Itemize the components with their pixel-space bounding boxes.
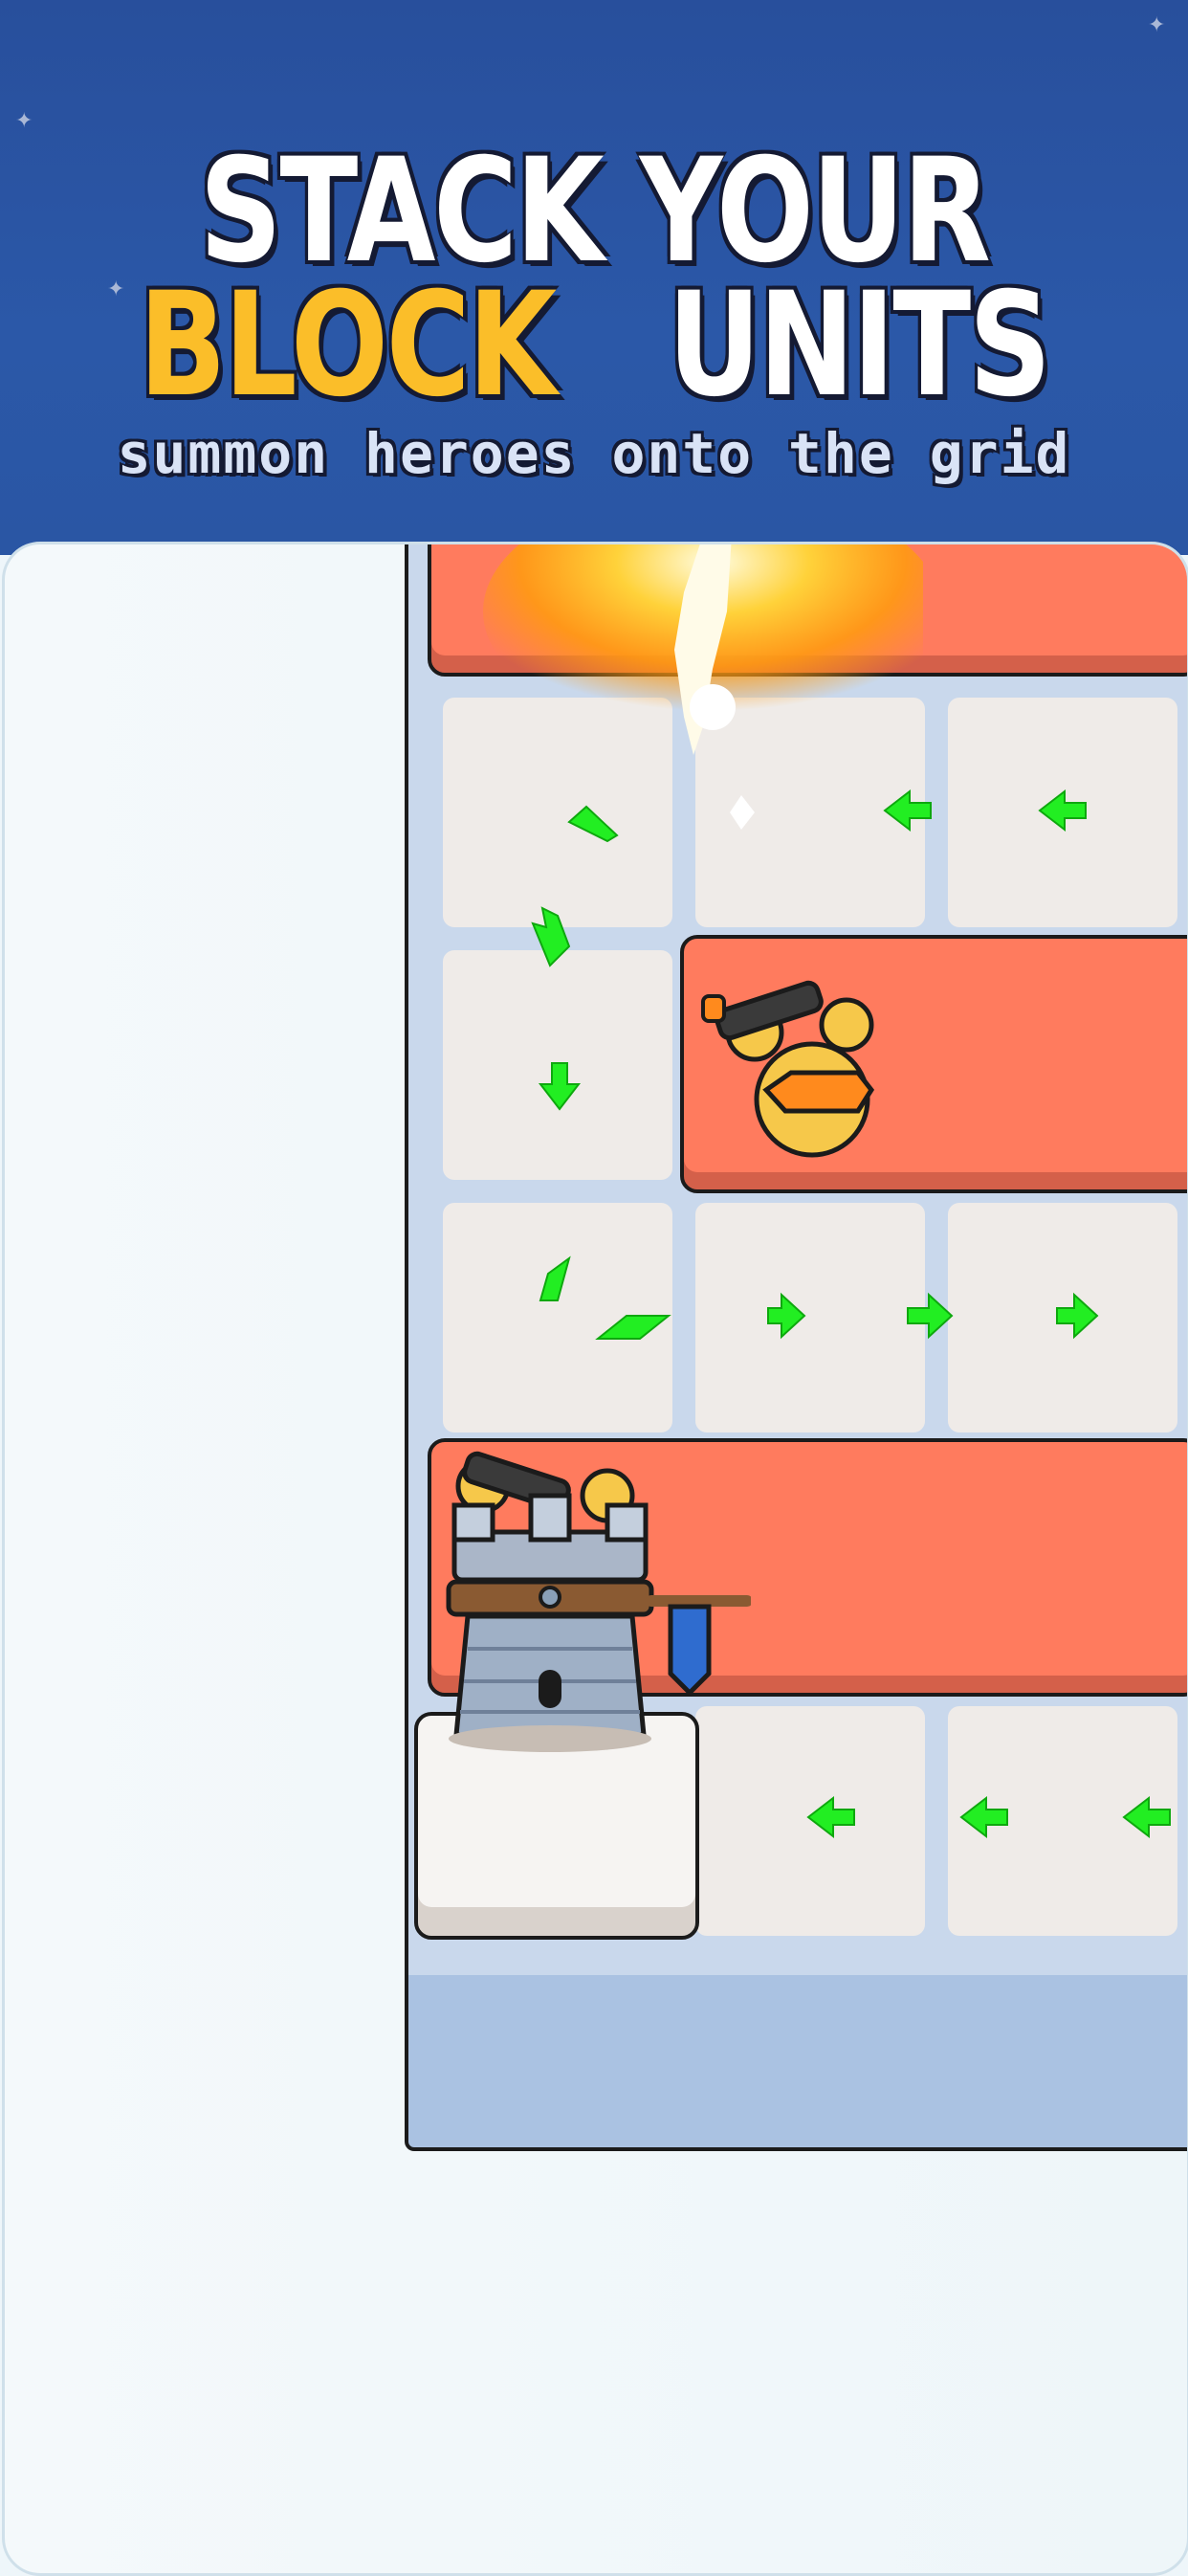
arrow-down-icon [539,1255,571,1301]
star-icon: ✦ [1148,13,1166,37]
arrow-right-icon [767,1292,806,1340]
tower-icon [446,1451,751,1752]
arrow-right-icon [595,1315,671,1340]
subtitle: summon heroes onto the grid [117,421,1071,486]
arrow-left-icon [1038,788,1087,833]
arrow-down-icon [531,906,571,967]
arrow-left-icon [806,1795,855,1839]
arrow-left-icon [959,1795,1008,1839]
flame-icon [483,544,923,830]
arrow-right-icon [907,1292,954,1340]
cannon-hero-icon[interactable] [697,956,908,1166]
banner-flag-icon [668,1604,712,1697]
arrow-down-icon [538,1062,582,1111]
arrow-left-icon [1122,1795,1171,1839]
headline-rest: UNITS [668,262,1051,429]
headline-highlight: BLOCK [139,262,557,429]
arrow-right-icon [1056,1292,1099,1340]
star-icon: ✦ [15,109,33,133]
headline-line-2: BLOCK UNITS [119,274,1069,417]
game-board-frame [2,542,1188,2576]
title-banner: ✦ ✦ ✦ ✦ STACK YOUR BLOCK UNITS summon he… [0,0,1188,555]
